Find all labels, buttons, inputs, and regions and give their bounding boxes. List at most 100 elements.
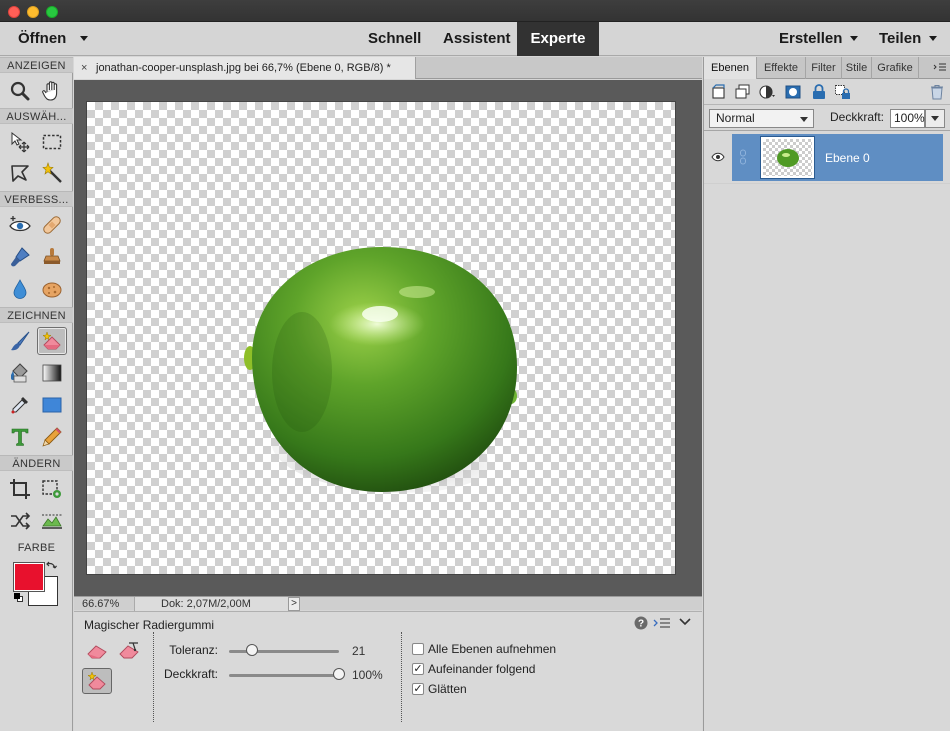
document-tab[interactable]: × jonathan-cooper-unsplash.jpg bei 66,7%… bbox=[74, 57, 416, 79]
crop-tool[interactable] bbox=[5, 475, 35, 503]
blend-mode-select[interactable]: Normal bbox=[709, 109, 814, 128]
panel-menu-icon[interactable] bbox=[933, 63, 947, 73]
sponge-tool[interactable] bbox=[37, 275, 67, 303]
chevron-down-icon bbox=[929, 35, 938, 41]
mode-guided-tab[interactable]: Assistent bbox=[443, 22, 511, 56]
adjustment-layer-icon[interactable] bbox=[758, 83, 776, 101]
default-colors-icon[interactable] bbox=[14, 593, 24, 603]
smart-brush-tool[interactable] bbox=[5, 243, 35, 271]
status-info-arrow-button[interactable]: > bbox=[288, 597, 300, 611]
chevron-down-icon bbox=[80, 35, 89, 41]
share-menu[interactable]: Teilen bbox=[879, 22, 938, 56]
layer-row[interactable]: Ebene 0 bbox=[732, 134, 943, 181]
panel-tabs: Ebenen Effekte Filter Stile Grafike bbox=[704, 57, 950, 79]
recompose-tool[interactable] bbox=[37, 475, 67, 503]
healing-brush-tool[interactable] bbox=[37, 211, 67, 239]
paint-bucket-tool[interactable] bbox=[5, 359, 35, 387]
swap-colors-icon[interactable] bbox=[45, 560, 58, 573]
image-canvas[interactable] bbox=[87, 102, 675, 574]
tab-styles[interactable]: Stile bbox=[842, 57, 872, 79]
tab-graphics[interactable]: Grafike bbox=[872, 57, 919, 79]
clone-stamp-tool[interactable] bbox=[37, 243, 67, 271]
opacity-slider-track[interactable] bbox=[229, 674, 339, 677]
contiguous-checkbox[interactable]: ✓ bbox=[412, 663, 424, 675]
create-menu-label: Erstellen bbox=[779, 30, 843, 47]
straighten-tool[interactable] bbox=[37, 507, 67, 535]
layer-opacity-input[interactable]: 100% bbox=[890, 109, 925, 128]
layer-thumbnail[interactable] bbox=[761, 137, 814, 178]
minimize-window-button[interactable] bbox=[27, 6, 39, 18]
checkmark-icon: ✓ bbox=[413, 663, 423, 675]
share-menu-label: Teilen bbox=[879, 30, 922, 47]
tolerance-slider-knob[interactable] bbox=[246, 644, 259, 656]
move-tool[interactable] bbox=[5, 128, 35, 156]
anti-alias-label: Glätten bbox=[428, 682, 467, 696]
new-group-icon[interactable] bbox=[734, 83, 752, 101]
mode-quick-tab[interactable]: Schnell bbox=[368, 22, 421, 56]
eyedropper-icon bbox=[11, 397, 28, 414]
opacity-slider-knob[interactable] bbox=[333, 668, 345, 680]
zoom-window-button[interactable] bbox=[46, 6, 58, 18]
smart-brush-icon bbox=[11, 247, 30, 267]
zoom-tool[interactable] bbox=[5, 77, 35, 105]
opacity-value[interactable]: 100% bbox=[352, 668, 383, 682]
gradient-tool[interactable] bbox=[37, 359, 67, 387]
background-eraser-subtool[interactable] bbox=[114, 638, 144, 664]
eye-plus-icon bbox=[9, 216, 31, 232]
recompose-icon bbox=[42, 480, 61, 498]
link-icon[interactable] bbox=[739, 149, 747, 165]
document-tab-title: jonathan-cooper-unsplash.jpg bei 66,7% (… bbox=[96, 62, 391, 74]
layer-list-divider bbox=[704, 183, 950, 184]
chevron-down-icon bbox=[800, 117, 808, 122]
content-aware-move-tool[interactable] bbox=[5, 507, 35, 535]
open-menu[interactable]: Öffnen bbox=[18, 22, 89, 56]
canvas-workspace[interactable] bbox=[74, 80, 702, 596]
eyedropper-tool[interactable] bbox=[5, 391, 35, 419]
chevron-down-icon bbox=[931, 116, 939, 121]
layer-name: Ebene 0 bbox=[825, 151, 870, 165]
close-window-button[interactable] bbox=[8, 6, 20, 18]
brush-icon bbox=[11, 331, 30, 351]
magic-eraser-tool[interactable] bbox=[37, 327, 67, 355]
hand-tool[interactable] bbox=[37, 77, 67, 105]
mode-expert-tab[interactable]: Experte bbox=[517, 22, 599, 56]
layer-mask-icon[interactable] bbox=[784, 83, 802, 101]
lock-transparency-icon[interactable] bbox=[834, 83, 852, 101]
red-eye-tool[interactable] bbox=[5, 211, 35, 239]
close-tab-icon[interactable]: × bbox=[81, 57, 87, 79]
create-menu[interactable]: Erstellen bbox=[779, 22, 859, 56]
eraser-subtool[interactable] bbox=[82, 638, 112, 664]
blend-mode-value: Normal bbox=[716, 111, 755, 125]
sample-all-layers-checkbox[interactable] bbox=[412, 643, 424, 655]
lime-thumbnail bbox=[777, 149, 799, 167]
tolerance-value[interactable]: 21 bbox=[352, 644, 365, 658]
lock-icon[interactable] bbox=[810, 83, 828, 101]
brush-tool[interactable] bbox=[5, 327, 35, 355]
tab-filters[interactable]: Filter bbox=[806, 57, 842, 79]
options-list-icon[interactable] bbox=[653, 617, 671, 629]
shape-tool[interactable] bbox=[37, 391, 67, 419]
magic-eraser-subtool[interactable] bbox=[82, 668, 112, 694]
layer-visibility-toggle[interactable] bbox=[704, 134, 732, 181]
magic-wand-tool[interactable] bbox=[37, 159, 67, 187]
blur-tool[interactable] bbox=[5, 275, 35, 303]
type-tool[interactable] bbox=[5, 423, 35, 451]
pencil-tool[interactable] bbox=[37, 423, 67, 451]
options-divider bbox=[401, 632, 402, 722]
tab-effects[interactable]: Effekte bbox=[757, 57, 806, 79]
trash-icon[interactable] bbox=[928, 83, 946, 101]
help-icon[interactable]: ? bbox=[634, 616, 648, 630]
foreground-color-swatch[interactable] bbox=[13, 562, 45, 592]
layer-settings-row: Normal Deckkraft: 100% bbox=[704, 105, 950, 131]
anti-alias-checkbox[interactable]: ✓ bbox=[412, 683, 424, 695]
layer-opacity-dropdown[interactable] bbox=[925, 109, 945, 128]
lime-image bbox=[244, 247, 517, 493]
lasso-tool[interactable] bbox=[5, 159, 35, 187]
collapse-chevron-icon[interactable] bbox=[679, 618, 691, 627]
new-layer-icon[interactable] bbox=[710, 83, 728, 101]
rectangular-marquee-tool[interactable] bbox=[37, 128, 67, 156]
contiguous-label: Aufeinander folgend bbox=[428, 662, 536, 676]
zoom-level[interactable]: 66.67% bbox=[82, 597, 119, 611]
tab-layers[interactable]: Ebenen bbox=[704, 57, 757, 79]
tool-options-panel: Magischer Radiergummi ? Toleranz: 21 Dec… bbox=[74, 611, 702, 731]
